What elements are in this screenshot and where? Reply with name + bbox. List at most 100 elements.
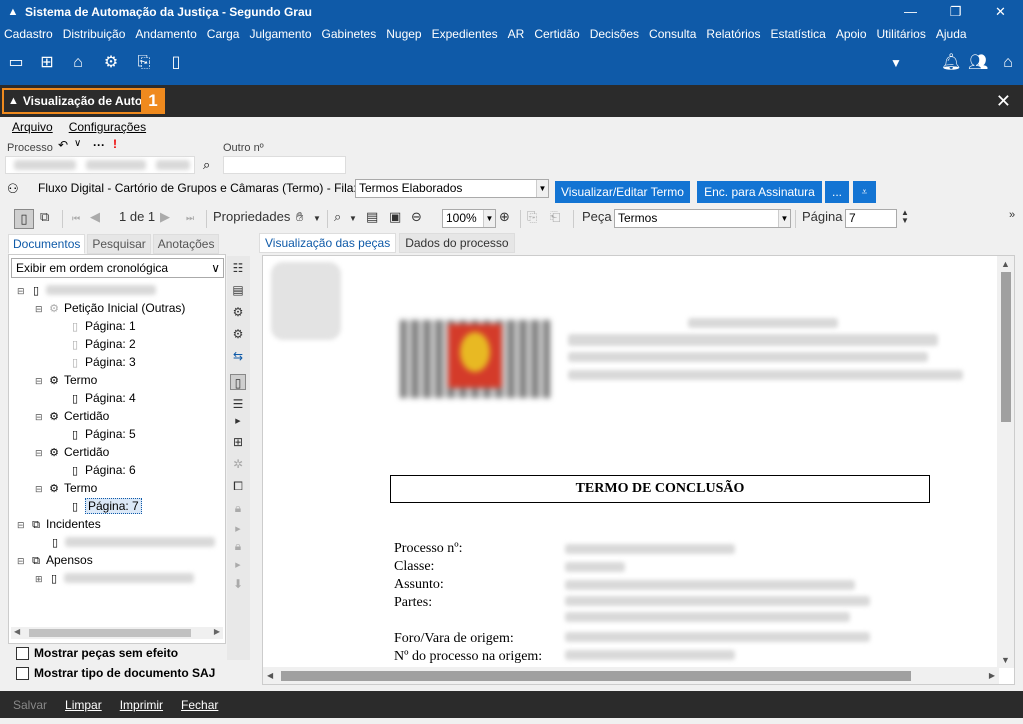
toolbar-overflow-icon[interactable]: »: [1009, 209, 1015, 221]
tree-page-7[interactable]: ▯ Página: 7: [69, 497, 142, 515]
tree-page-3[interactable]: ▯ Página: 3: [69, 353, 136, 371]
tree-view-icon[interactable]: ☷: [230, 260, 246, 276]
tab-pesquisar[interactable]: Pesquisar: [87, 234, 151, 254]
order-select[interactable]: Exibir em ordem cronológica ∨: [11, 258, 224, 278]
fit-width-icon[interactable]: ▤: [366, 209, 378, 225]
page-spinner-icon[interactable]: ▲ ▼: [901, 209, 909, 225]
tree-page-5[interactable]: ▯ Página: 5: [69, 425, 136, 443]
tab-visualizacao-pecas[interactable]: Visualização das peças: [259, 233, 397, 253]
scroll-right-icon[interactable]: ▶: [989, 671, 995, 680]
tree-page-4[interactable]: ▯ Página: 4: [69, 389, 136, 407]
more-options-button[interactable]: ...: [825, 181, 849, 203]
tree-node-certidao[interactable]: ⊟ ⚙ Certidão: [35, 443, 109, 461]
hand-tool-icon[interactable]: ✋︎: [296, 209, 303, 225]
tree-node-incidentes[interactable]: ⊟ ⧉ Incidentes: [17, 515, 101, 533]
collapse-icon[interactable]: ⊟: [17, 282, 27, 300]
menu-configuracoes[interactable]: Configurações: [69, 120, 146, 134]
menu-carga[interactable]: Carga: [207, 27, 240, 41]
viewer-hscrollbar[interactable]: ◀ ▶: [263, 667, 999, 684]
viewer-vscrollbar[interactable]: ▲ ▼: [997, 256, 1014, 668]
collapse-icon[interactable]: ⊟: [35, 372, 45, 390]
tree-node-apensos[interactable]: ⊟ ⧉ Apensos: [17, 551, 93, 569]
collapse-icon[interactable]: ⊟: [35, 300, 45, 318]
compare-icon[interactable]: ⇆: [230, 348, 246, 364]
fit-page-icon[interactable]: ▣: [389, 209, 401, 225]
tipo-doc-checkbox[interactable]: Mostrar tipo de documento SAJ: [16, 666, 215, 680]
user-settings-icon[interactable]: ⚙: [101, 53, 121, 73]
inbox-icon[interactable]: ▭: [6, 53, 26, 73]
dropdown-menu-icon[interactable]: ▼: [886, 53, 906, 73]
menu-cadastro[interactable]: Cadastro: [4, 27, 53, 41]
window-icon[interactable]: ⧠: [230, 478, 246, 494]
scroll-thumb[interactable]: [281, 671, 911, 681]
menu-relatorios[interactable]: Relatórios: [706, 27, 760, 41]
list-view-icon[interactable]: ▤: [230, 282, 246, 298]
move-page-icon[interactable]: ⎗: [550, 209, 560, 225]
tab-documentos[interactable]: Documentos: [8, 234, 86, 254]
scroll-right-icon[interactable]: ▶: [214, 627, 220, 636]
sem-efeito-checkbox[interactable]: Mostrar peças sem efeito: [16, 646, 178, 660]
zoom-select[interactable]: 100% ▼: [442, 209, 496, 228]
imprimir-button[interactable]: Imprimir: [120, 698, 163, 712]
next-page-icon[interactable]: ▶: [160, 209, 170, 225]
menu-expedientes[interactable]: Expedientes: [432, 27, 498, 41]
scroll-thumb[interactable]: [1001, 272, 1011, 422]
chevron-down-icon[interactable]: ▼: [313, 214, 321, 223]
page-icon[interactable]: ▯: [230, 374, 246, 390]
chevron-down-icon[interactable]: ∨: [74, 138, 81, 149]
expand-down-icon[interactable]: ⩡: [853, 181, 876, 203]
back-icon[interactable]: ↶: [58, 138, 68, 152]
salvar-button[interactable]: Salvar: [13, 698, 47, 712]
minimize-icon[interactable]: —: [888, 0, 933, 23]
scroll-up-icon[interactable]: ▲: [1001, 259, 1010, 269]
zoom-out-icon[interactable]: ⊖: [411, 209, 422, 225]
home-icon[interactable]: ⌂: [998, 53, 1018, 73]
document-report-icon[interactable]: ▯: [166, 53, 186, 73]
menu-julgamento[interactable]: Julgamento: [249, 27, 311, 41]
propriedades-button[interactable]: Propriedades: [213, 209, 290, 224]
document-viewer[interactable]: TERMO DE CONCLUSÃO Processo nº: Classe: …: [262, 255, 1015, 685]
page-view-icon[interactable]: ▯: [14, 209, 34, 229]
menu-andamento[interactable]: Andamento: [135, 27, 196, 41]
zoom-tool-icon[interactable]: ⌕: [334, 209, 341, 225]
first-page-icon[interactable]: ⏮: [72, 213, 80, 224]
bell-icon[interactable]: 🔔︎: [941, 53, 961, 73]
pagina-input[interactable]: 7: [845, 209, 897, 228]
users-icon[interactable]: 👥︎: [968, 53, 988, 73]
tree-node-incidente-item[interactable]: ▯: [49, 533, 215, 551]
menu-decisoes[interactable]: Decisões: [590, 27, 639, 41]
peca-select[interactable]: Termos ▼: [614, 209, 791, 228]
collapse-icon[interactable]: ⊟: [17, 516, 27, 534]
document-sync-icon[interactable]: ⎘: [134, 53, 154, 73]
collapse-icon[interactable]: ⊟: [35, 480, 45, 498]
collapse-icon[interactable]: ⊟: [35, 444, 45, 462]
certificate-remove-icon[interactable]: ⚙: [230, 326, 246, 342]
outro-numero-input[interactable]: [223, 156, 346, 174]
chevron-down-icon[interactable]: ▼: [349, 214, 357, 223]
fila-select[interactable]: Termos Elaborados ▼: [355, 179, 549, 198]
last-page-icon[interactable]: ⏭: [186, 213, 194, 224]
building-icon[interactable]: ⌂: [68, 53, 88, 73]
menu-ajuda[interactable]: Ajuda: [936, 27, 967, 41]
menu-nugep[interactable]: Nugep: [386, 27, 421, 41]
visualizar-editar-button[interactable]: Visualizar/Editar Termo: [555, 181, 690, 203]
tree-page-1[interactable]: ▯ Página: 1: [69, 317, 136, 335]
restore-icon[interactable]: ❐: [933, 0, 978, 23]
scroll-thumb[interactable]: [29, 629, 191, 637]
tree-hscrollbar[interactable]: ◀ ▶: [11, 627, 223, 639]
more-icon[interactable]: ···: [93, 138, 105, 152]
tree-node-termo[interactable]: ⊟ ⚙ Termo: [35, 479, 97, 497]
checkbox-box[interactable]: [16, 646, 29, 660]
checkbox-box[interactable]: [16, 666, 29, 680]
collapse-icon[interactable]: ⊟: [35, 408, 45, 426]
close-tab-icon[interactable]: ✕: [996, 91, 1011, 112]
tab-anotacoes[interactable]: Anotações: [152, 234, 220, 254]
tree-node-apenso-item[interactable]: ⊞ ▯: [35, 569, 194, 587]
menu-certidao[interactable]: Certidão: [534, 27, 579, 41]
tree-root[interactable]: ⊟ ▯: [17, 281, 156, 299]
tree-page-2[interactable]: ▯ Página: 2: [69, 335, 136, 353]
menu-estatistica[interactable]: Estatística: [770, 27, 825, 41]
tree-node-peticao[interactable]: ⊟ ⚙ Petição Inicial (Outras): [35, 299, 185, 317]
zoom-in-icon[interactable]: ⊕: [499, 209, 510, 225]
menu-distribuicao[interactable]: Distribuição: [63, 27, 126, 41]
